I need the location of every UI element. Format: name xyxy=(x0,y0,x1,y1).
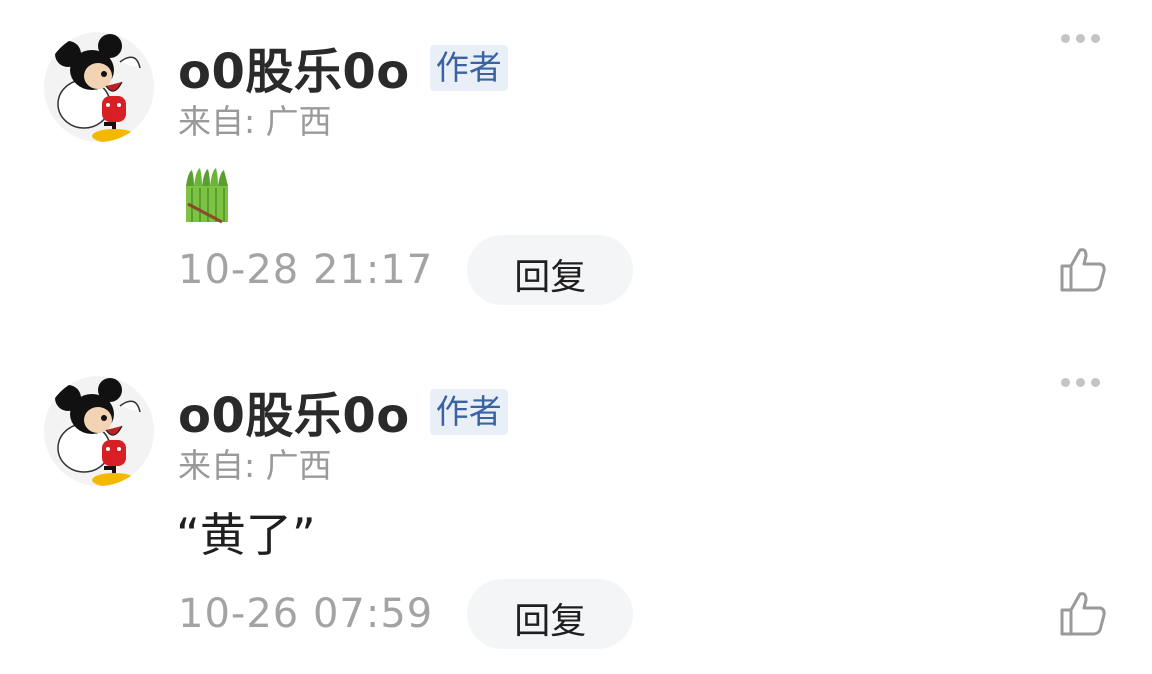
timestamp: 10-28 21:17 xyxy=(178,247,434,293)
name-row: o0股乐0o 作者 xyxy=(178,40,508,104)
avatar[interactable] xyxy=(44,376,154,486)
meta-row: 10-28 21:17 回复 xyxy=(178,235,634,305)
username[interactable]: o0股乐0o xyxy=(178,384,410,448)
username[interactable]: o0股乐0o xyxy=(178,40,410,104)
more-dots-icon[interactable] xyxy=(1061,378,1100,387)
mickey-mouse-avatar xyxy=(55,378,141,486)
thumbs-up-icon[interactable] xyxy=(1058,588,1108,638)
comment-text: “黄了” xyxy=(176,508,316,562)
location-label: 来自: 广西 xyxy=(178,102,332,141)
location-label: 来自: 广西 xyxy=(178,446,332,485)
author-badge: 作者 xyxy=(429,45,508,91)
author-badge: 作者 xyxy=(429,389,508,435)
comment-item: o0股乐0o 作者 来自: 广西 10-28 21:17 回复 xyxy=(0,0,1152,330)
reply-button[interactable]: 回复 xyxy=(467,235,634,305)
name-row: o0股乐0o 作者 xyxy=(178,384,508,448)
thumbs-up-icon[interactable] xyxy=(1058,244,1108,294)
mickey-mouse-avatar xyxy=(55,34,141,142)
timestamp: 10-26 07:59 xyxy=(178,591,434,637)
meta-row: 10-26 07:59 回复 xyxy=(178,579,634,649)
avatar[interactable] xyxy=(44,32,154,142)
more-dots-icon[interactable] xyxy=(1061,34,1100,43)
reply-button[interactable]: 回复 xyxy=(467,579,634,649)
asparagus-emoji xyxy=(182,168,232,224)
comment-item: o0股乐0o 作者 来自: 广西 10-26 07:59 回复 xyxy=(0,344,1152,674)
